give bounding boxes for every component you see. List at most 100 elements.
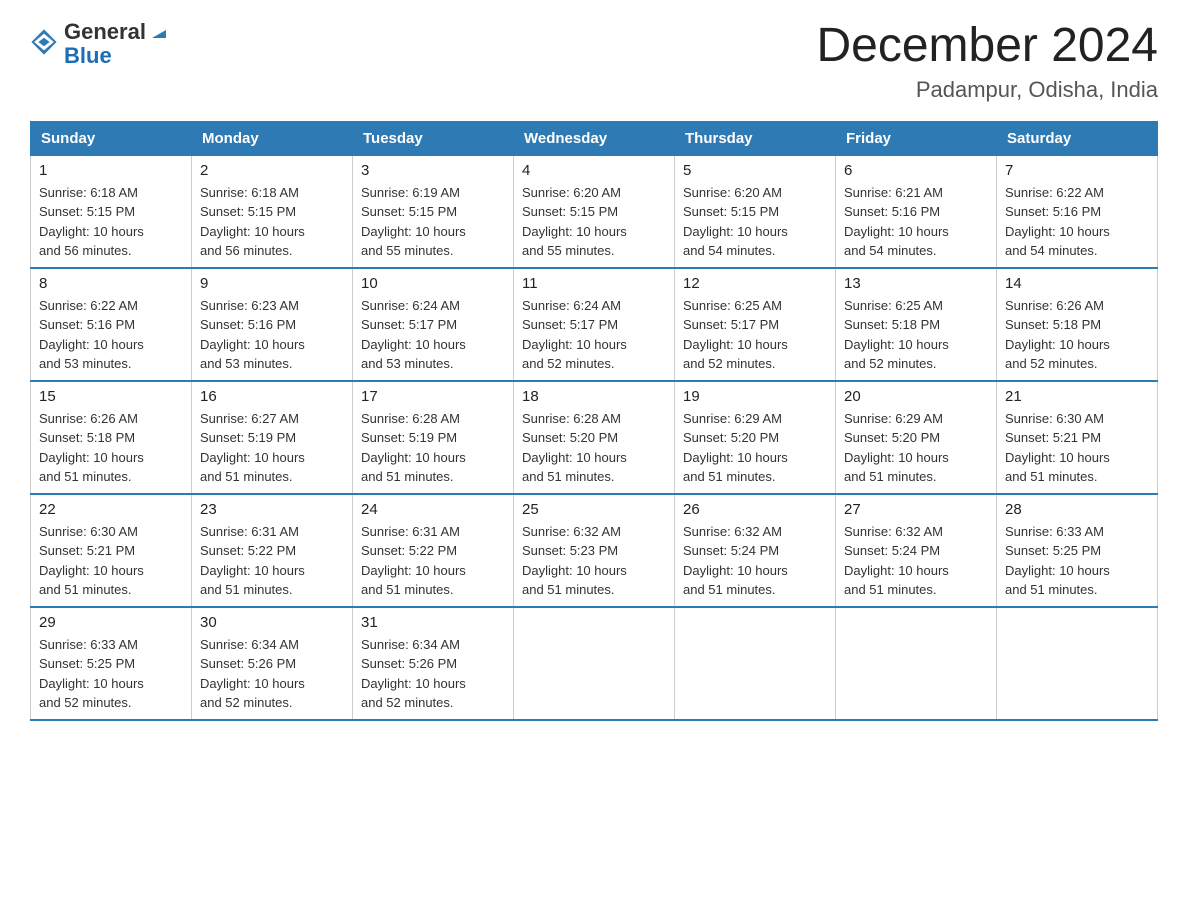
day-info: Sunrise: 6:33 AM Sunset: 5:25 PM Dayligh… xyxy=(39,635,183,713)
day-info: Sunrise: 6:34 AM Sunset: 5:26 PM Dayligh… xyxy=(200,635,344,713)
col-friday: Friday xyxy=(836,121,997,155)
calendar-cell: 27 Sunrise: 6:32 AM Sunset: 5:24 PM Dayl… xyxy=(836,494,997,607)
day-info: Sunrise: 6:33 AM Sunset: 5:25 PM Dayligh… xyxy=(1005,522,1149,600)
day-number: 31 xyxy=(361,614,505,631)
calendar-cell: 7 Sunrise: 6:22 AM Sunset: 5:16 PM Dayli… xyxy=(997,155,1158,268)
col-monday: Monday xyxy=(192,121,353,155)
day-number: 7 xyxy=(1005,162,1149,179)
calendar-cell: 26 Sunrise: 6:32 AM Sunset: 5:24 PM Dayl… xyxy=(675,494,836,607)
day-number: 18 xyxy=(522,388,666,405)
calendar-cell: 1 Sunrise: 6:18 AM Sunset: 5:15 PM Dayli… xyxy=(31,155,192,268)
day-number: 2 xyxy=(200,162,344,179)
calendar-cell xyxy=(675,607,836,720)
day-number: 4 xyxy=(522,162,666,179)
day-number: 26 xyxy=(683,501,827,518)
header-row: Sunday Monday Tuesday Wednesday Thursday… xyxy=(31,121,1158,155)
week-row-5: 29 Sunrise: 6:33 AM Sunset: 5:25 PM Dayl… xyxy=(31,607,1158,720)
logo-text: General Blue xyxy=(64,20,170,68)
calendar-body: 1 Sunrise: 6:18 AM Sunset: 5:15 PM Dayli… xyxy=(31,155,1158,720)
week-row-1: 1 Sunrise: 6:18 AM Sunset: 5:15 PM Dayli… xyxy=(31,155,1158,268)
day-info: Sunrise: 6:29 AM Sunset: 5:20 PM Dayligh… xyxy=(844,409,988,487)
title-block: December 2024 Padampur, Odisha, India xyxy=(816,20,1158,103)
day-info: Sunrise: 6:26 AM Sunset: 5:18 PM Dayligh… xyxy=(1005,296,1149,374)
col-sunday: Sunday xyxy=(31,121,192,155)
day-info: Sunrise: 6:31 AM Sunset: 5:22 PM Dayligh… xyxy=(200,522,344,600)
col-saturday: Saturday xyxy=(997,121,1158,155)
day-info: Sunrise: 6:32 AM Sunset: 5:24 PM Dayligh… xyxy=(844,522,988,600)
day-info: Sunrise: 6:19 AM Sunset: 5:15 PM Dayligh… xyxy=(361,183,505,261)
calendar-cell: 21 Sunrise: 6:30 AM Sunset: 5:21 PM Dayl… xyxy=(997,381,1158,494)
day-number: 14 xyxy=(1005,275,1149,292)
day-number: 1 xyxy=(39,162,183,179)
day-info: Sunrise: 6:26 AM Sunset: 5:18 PM Dayligh… xyxy=(39,409,183,487)
day-number: 29 xyxy=(39,614,183,631)
day-info: Sunrise: 6:18 AM Sunset: 5:15 PM Dayligh… xyxy=(200,183,344,261)
day-info: Sunrise: 6:27 AM Sunset: 5:19 PM Dayligh… xyxy=(200,409,344,487)
logo-arrow-icon xyxy=(148,20,170,42)
calendar-cell: 12 Sunrise: 6:25 AM Sunset: 5:17 PM Dayl… xyxy=(675,268,836,381)
calendar-cell: 8 Sunrise: 6:22 AM Sunset: 5:16 PM Dayli… xyxy=(31,268,192,381)
page-header: General Blue December 2024 Padampur, Odi… xyxy=(30,20,1158,103)
calendar-cell: 11 Sunrise: 6:24 AM Sunset: 5:17 PM Dayl… xyxy=(514,268,675,381)
day-number: 20 xyxy=(844,388,988,405)
day-number: 6 xyxy=(844,162,988,179)
day-info: Sunrise: 6:22 AM Sunset: 5:16 PM Dayligh… xyxy=(39,296,183,374)
calendar-cell xyxy=(997,607,1158,720)
day-info: Sunrise: 6:31 AM Sunset: 5:22 PM Dayligh… xyxy=(361,522,505,600)
week-row-2: 8 Sunrise: 6:22 AM Sunset: 5:16 PM Dayli… xyxy=(31,268,1158,381)
calendar-cell xyxy=(514,607,675,720)
logo-icon xyxy=(30,28,58,56)
day-info: Sunrise: 6:20 AM Sunset: 5:15 PM Dayligh… xyxy=(522,183,666,261)
day-number: 11 xyxy=(522,275,666,292)
day-number: 17 xyxy=(361,388,505,405)
calendar-cell xyxy=(836,607,997,720)
day-info: Sunrise: 6:32 AM Sunset: 5:24 PM Dayligh… xyxy=(683,522,827,600)
calendar-cell: 4 Sunrise: 6:20 AM Sunset: 5:15 PM Dayli… xyxy=(514,155,675,268)
logo: General Blue xyxy=(30,20,170,68)
day-info: Sunrise: 6:25 AM Sunset: 5:17 PM Dayligh… xyxy=(683,296,827,374)
calendar-header: Sunday Monday Tuesday Wednesday Thursday… xyxy=(31,121,1158,155)
calendar-cell: 25 Sunrise: 6:32 AM Sunset: 5:23 PM Dayl… xyxy=(514,494,675,607)
day-number: 25 xyxy=(522,501,666,518)
calendar-cell: 5 Sunrise: 6:20 AM Sunset: 5:15 PM Dayli… xyxy=(675,155,836,268)
calendar-cell: 2 Sunrise: 6:18 AM Sunset: 5:15 PM Dayli… xyxy=(192,155,353,268)
day-info: Sunrise: 6:28 AM Sunset: 5:20 PM Dayligh… xyxy=(522,409,666,487)
calendar-cell: 16 Sunrise: 6:27 AM Sunset: 5:19 PM Dayl… xyxy=(192,381,353,494)
calendar-cell: 30 Sunrise: 6:34 AM Sunset: 5:26 PM Dayl… xyxy=(192,607,353,720)
calendar-cell: 10 Sunrise: 6:24 AM Sunset: 5:17 PM Dayl… xyxy=(353,268,514,381)
day-info: Sunrise: 6:29 AM Sunset: 5:20 PM Dayligh… xyxy=(683,409,827,487)
col-wednesday: Wednesday xyxy=(514,121,675,155)
calendar-cell: 6 Sunrise: 6:21 AM Sunset: 5:16 PM Dayli… xyxy=(836,155,997,268)
day-info: Sunrise: 6:18 AM Sunset: 5:15 PM Dayligh… xyxy=(39,183,183,261)
calendar-cell: 17 Sunrise: 6:28 AM Sunset: 5:19 PM Dayl… xyxy=(353,381,514,494)
day-number: 5 xyxy=(683,162,827,179)
day-info: Sunrise: 6:25 AM Sunset: 5:18 PM Dayligh… xyxy=(844,296,988,374)
day-number: 23 xyxy=(200,501,344,518)
calendar-table: Sunday Monday Tuesday Wednesday Thursday… xyxy=(30,121,1158,721)
calendar-cell: 31 Sunrise: 6:34 AM Sunset: 5:26 PM Dayl… xyxy=(353,607,514,720)
logo-general: General xyxy=(64,20,146,44)
day-info: Sunrise: 6:34 AM Sunset: 5:26 PM Dayligh… xyxy=(361,635,505,713)
day-info: Sunrise: 6:30 AM Sunset: 5:21 PM Dayligh… xyxy=(39,522,183,600)
calendar-cell: 18 Sunrise: 6:28 AM Sunset: 5:20 PM Dayl… xyxy=(514,381,675,494)
day-number: 27 xyxy=(844,501,988,518)
day-number: 21 xyxy=(1005,388,1149,405)
calendar-cell: 24 Sunrise: 6:31 AM Sunset: 5:22 PM Dayl… xyxy=(353,494,514,607)
day-number: 9 xyxy=(200,275,344,292)
calendar-cell: 19 Sunrise: 6:29 AM Sunset: 5:20 PM Dayl… xyxy=(675,381,836,494)
day-number: 3 xyxy=(361,162,505,179)
day-number: 10 xyxy=(361,275,505,292)
calendar-cell: 3 Sunrise: 6:19 AM Sunset: 5:15 PM Dayli… xyxy=(353,155,514,268)
calendar-cell: 28 Sunrise: 6:33 AM Sunset: 5:25 PM Dayl… xyxy=(997,494,1158,607)
calendar-cell: 9 Sunrise: 6:23 AM Sunset: 5:16 PM Dayli… xyxy=(192,268,353,381)
day-info: Sunrise: 6:32 AM Sunset: 5:23 PM Dayligh… xyxy=(522,522,666,600)
day-info: Sunrise: 6:23 AM Sunset: 5:16 PM Dayligh… xyxy=(200,296,344,374)
calendar-cell: 13 Sunrise: 6:25 AM Sunset: 5:18 PM Dayl… xyxy=(836,268,997,381)
day-number: 30 xyxy=(200,614,344,631)
day-info: Sunrise: 6:20 AM Sunset: 5:15 PM Dayligh… xyxy=(683,183,827,261)
day-number: 19 xyxy=(683,388,827,405)
col-thursday: Thursday xyxy=(675,121,836,155)
calendar-subtitle: Padampur, Odisha, India xyxy=(816,77,1158,103)
day-number: 28 xyxy=(1005,501,1149,518)
calendar-cell: 22 Sunrise: 6:30 AM Sunset: 5:21 PM Dayl… xyxy=(31,494,192,607)
